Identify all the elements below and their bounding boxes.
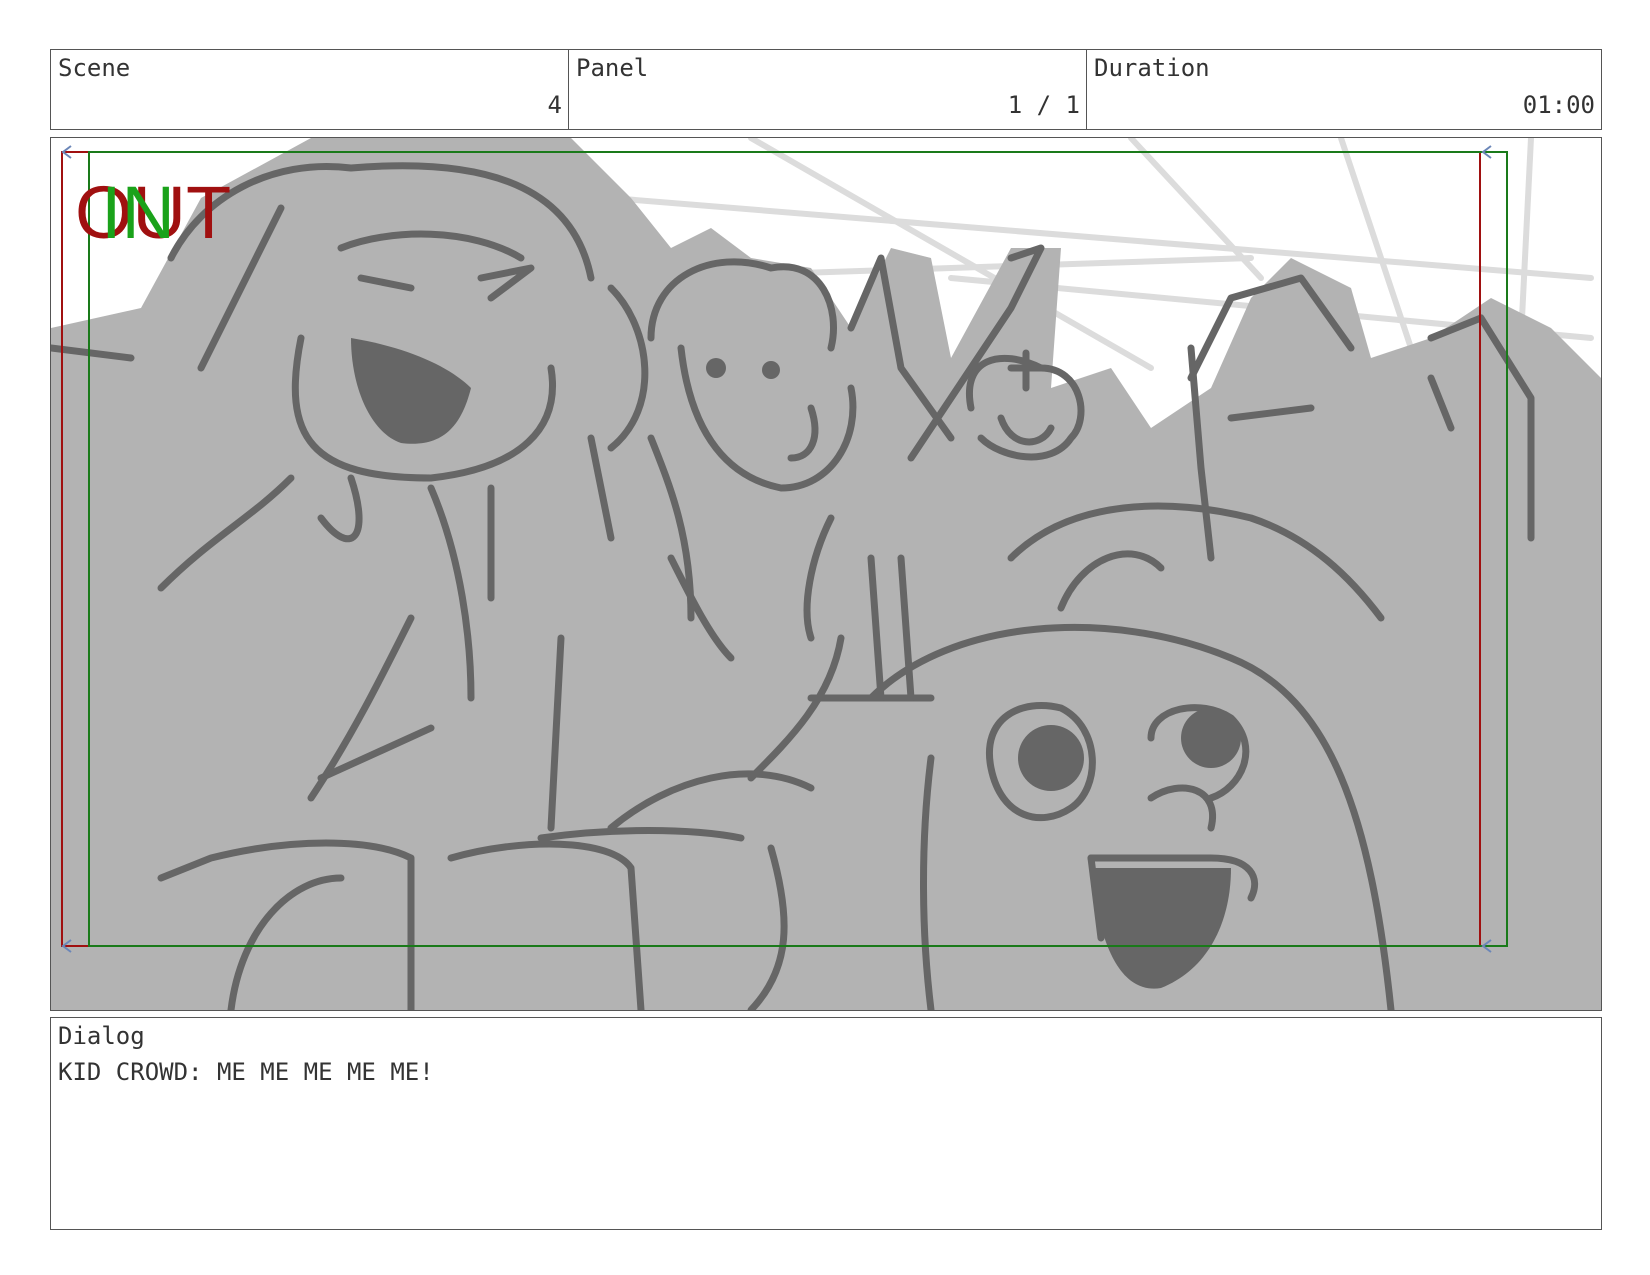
scene-number: 4: [547, 91, 562, 119]
dialog-label: Dialog: [58, 1022, 145, 1050]
panel-cell: Panel 1 / 1: [568, 50, 1086, 129]
scene-label: Scene: [58, 54, 131, 82]
duration-label: Duration: [1094, 54, 1210, 82]
panel-number: 1 / 1: [1007, 91, 1080, 119]
panel-label: Panel: [576, 54, 649, 82]
duration-value: 01:00: [1522, 91, 1595, 119]
dialog-text: KID CROWD: ME ME ME ME ME!: [58, 1058, 434, 1086]
panel-drawing: OUT IN: [51, 138, 1601, 1010]
panel-info-header: Scene 4 Panel 1 / 1 Duration 01:00: [50, 49, 1602, 130]
duration-cell: Duration 01:00: [1086, 50, 1601, 129]
storyboard-panel: OUT IN: [50, 137, 1602, 1011]
in-mark-label: IN: [101, 171, 175, 254]
scene-cell: Scene 4: [51, 50, 568, 129]
dialog-box: Dialog KID CROWD: ME ME ME ME ME!: [50, 1017, 1602, 1230]
